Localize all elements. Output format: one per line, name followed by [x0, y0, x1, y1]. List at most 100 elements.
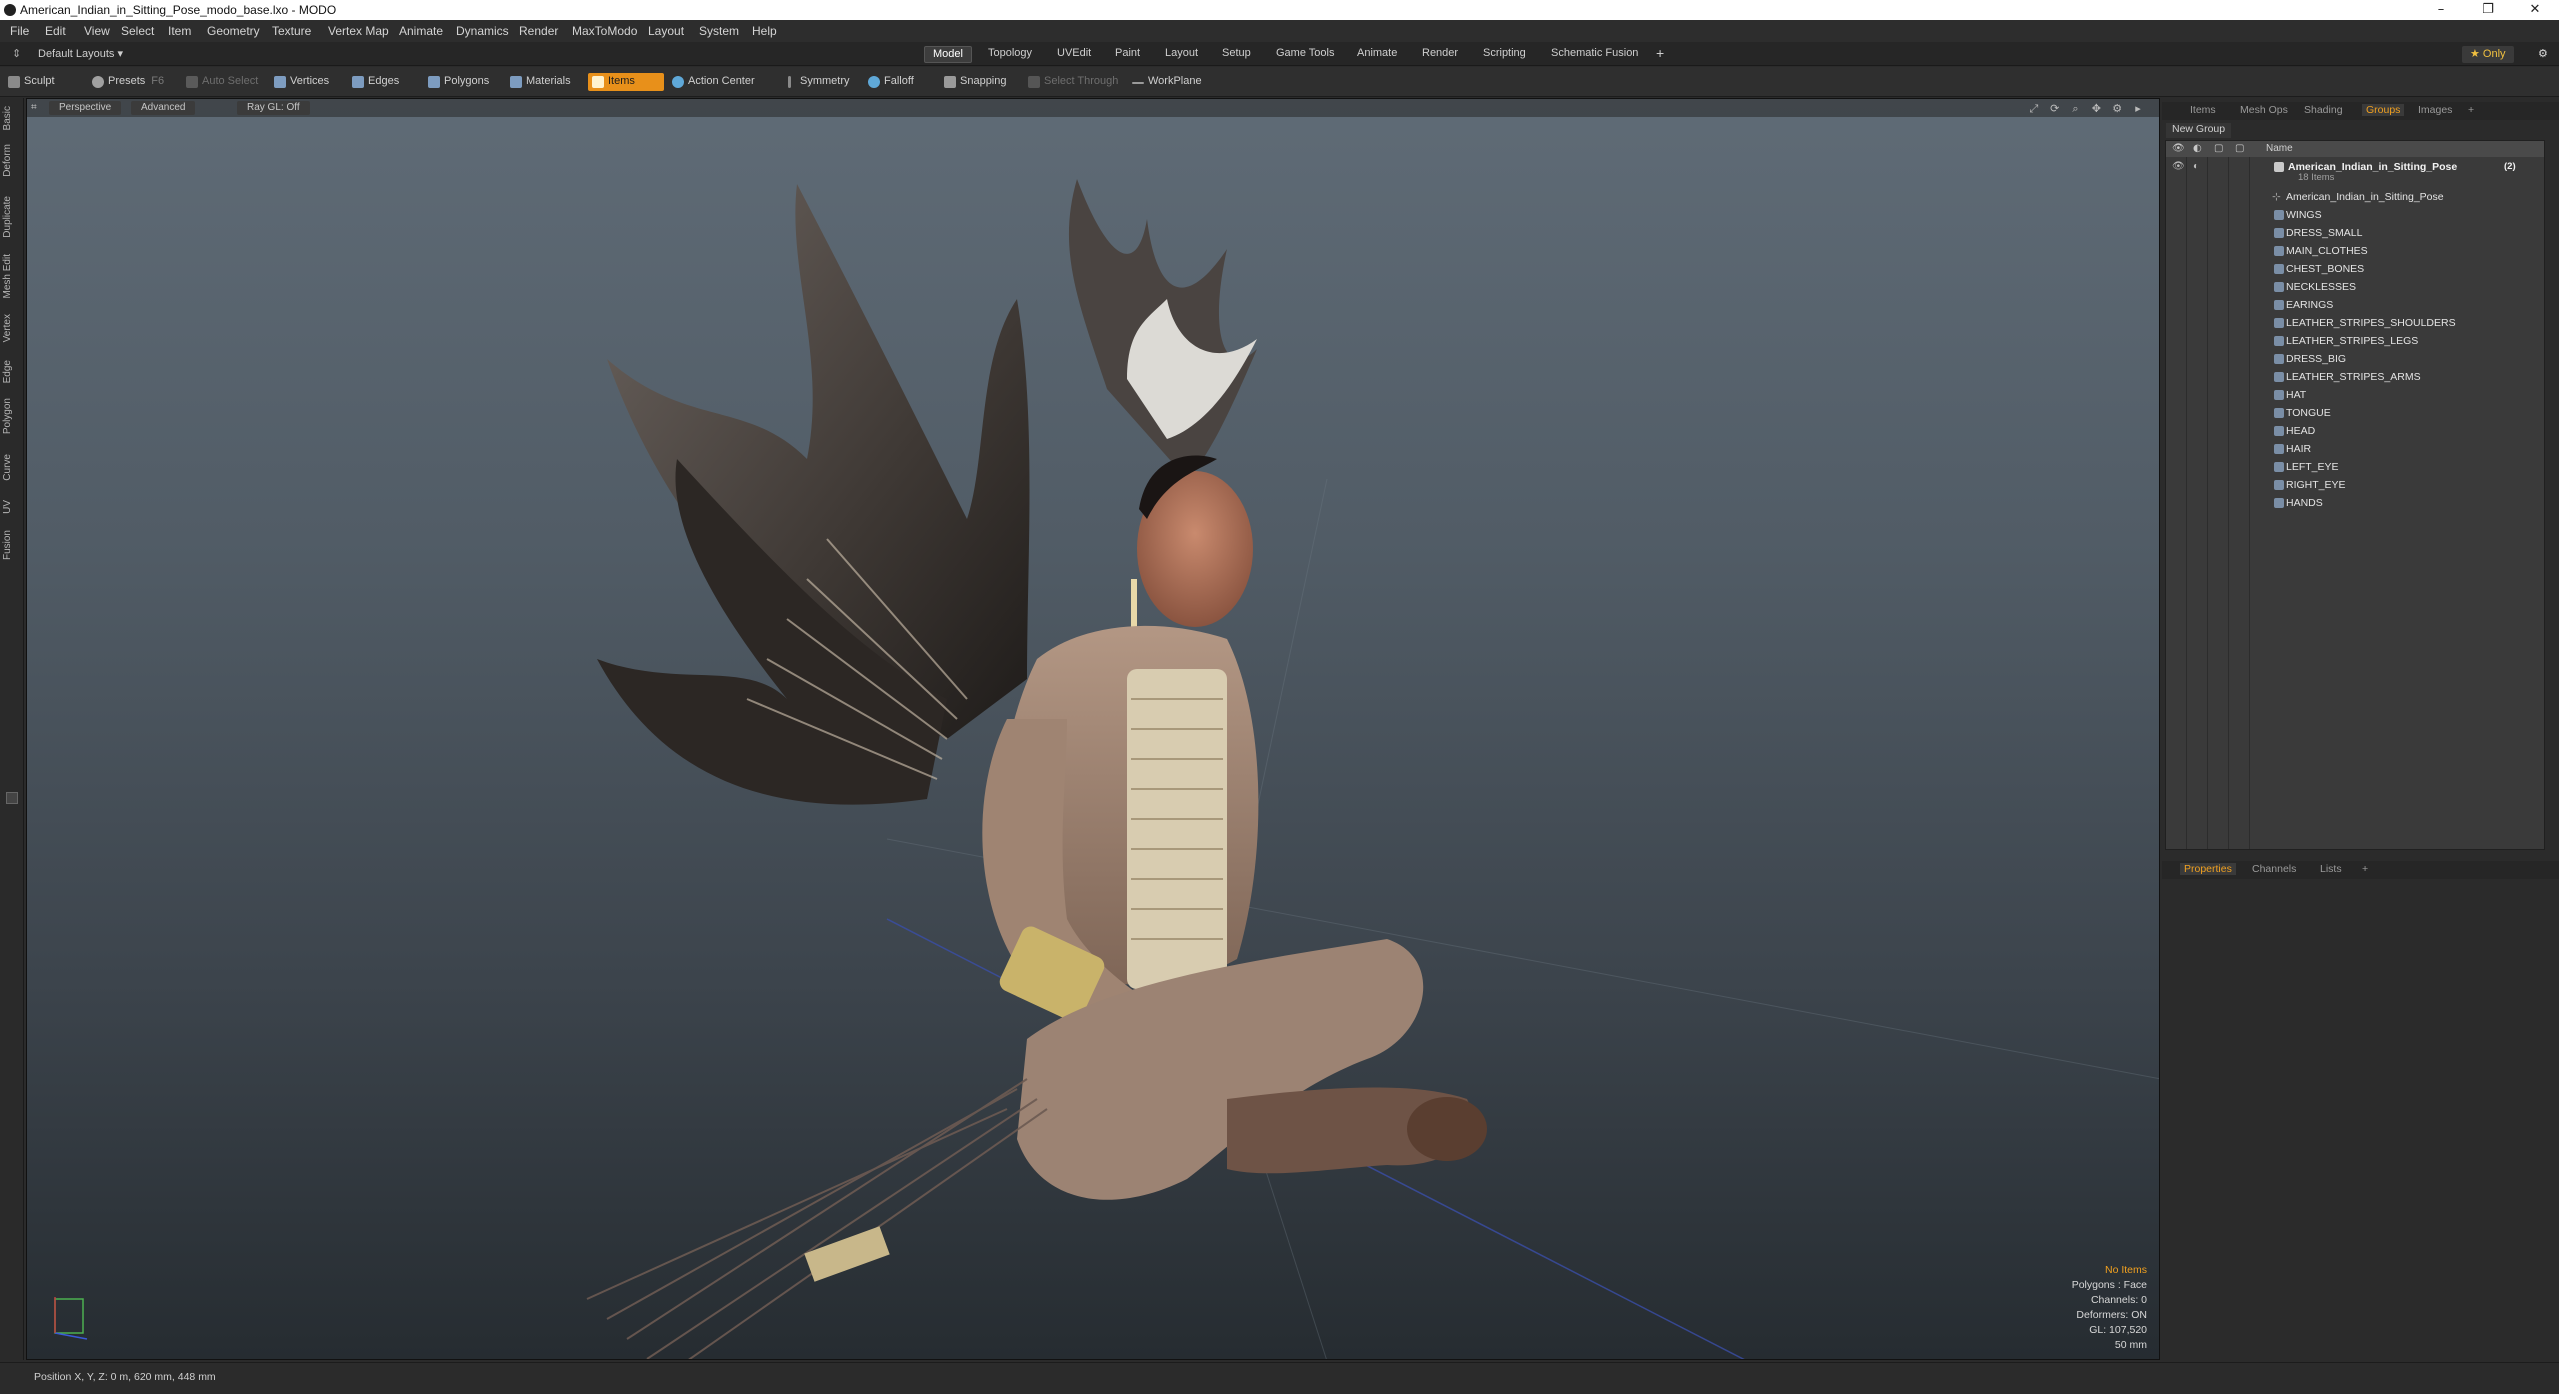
menu-animate[interactable]: Animate	[399, 24, 443, 38]
expand-handle[interactable]	[6, 792, 18, 804]
list-item[interactable]: HANDS	[2166, 494, 2544, 512]
add-layout-tab-button[interactable]: +	[1648, 44, 1672, 61]
items-button[interactable]: Items	[588, 73, 664, 91]
tab-channels[interactable]: Channels	[2252, 863, 2296, 875]
menu-system[interactable]: System	[699, 24, 739, 38]
list-item[interactable]: LEATHER_STRIPES_SHOULDERS	[2166, 314, 2544, 332]
list-item[interactable]: MAIN_CLOTHES	[2166, 242, 2544, 260]
tab-mesh-edit[interactable]: Mesh Edit	[2, 254, 22, 298]
list-item[interactable]: TONGUE	[2166, 404, 2544, 422]
tab-vertex[interactable]: Vertex	[2, 314, 22, 342]
tab-deform[interactable]: Deform	[2, 144, 22, 177]
default-layouts-dropdown[interactable]: Default Layouts ▾	[30, 46, 131, 63]
list-item[interactable]: DRESS_BIG	[2166, 350, 2544, 368]
menu-layout[interactable]: Layout	[648, 24, 684, 38]
list-item[interactable]: HEAD	[2166, 422, 2544, 440]
menu-dynamics[interactable]: Dynamics	[456, 24, 509, 38]
workplane-button[interactable]: WorkPlane	[1128, 73, 1208, 91]
tab-lists[interactable]: Lists	[2320, 863, 2342, 875]
tab-fusion[interactable]: Fusion	[2, 530, 22, 560]
tab-schematic-fusion[interactable]: Schematic Fusion	[1543, 46, 1646, 63]
tab-scripting[interactable]: Scripting	[1475, 46, 1534, 63]
tab-polygon[interactable]: Polygon	[2, 398, 22, 434]
list-item[interactable]: LEATHER_STRIPES_LEGS	[2166, 332, 2544, 350]
materials-button[interactable]: Materials	[506, 73, 577, 91]
list-item[interactable]: EARINGS	[2166, 296, 2544, 314]
vertices-button[interactable]: Vertices	[270, 73, 335, 91]
symmetry-label: Symmetry	[800, 75, 850, 87]
menu-view[interactable]: View	[84, 24, 110, 38]
menu-maxtomodo[interactable]: MaxToModo	[572, 24, 637, 38]
tab-paint[interactable]: Paint	[1107, 46, 1148, 63]
tab-basic[interactable]: Basic	[2, 106, 22, 130]
tab-edge[interactable]: Edge	[2, 360, 22, 383]
select-column-icon[interactable]: ▢	[2235, 143, 2244, 154]
tab-curve[interactable]: Curve	[2, 454, 22, 481]
list-item[interactable]: RIGHT_EYE	[2166, 476, 2544, 494]
visibility-column-icon[interactable]: 👁	[2172, 143, 2185, 154]
list-item[interactable]: HAIR	[2166, 440, 2544, 458]
maximize-button[interactable]: ❐	[2474, 2, 2502, 18]
menu-geometry[interactable]: Geometry	[207, 24, 260, 38]
presets-button[interactable]: Presets F6	[88, 73, 170, 91]
tab-images[interactable]: Images	[2418, 104, 2452, 116]
gl-info: GL: 107,520	[2089, 1324, 2147, 1336]
tab-mesh-ops[interactable]: Mesh Ops	[2240, 104, 2288, 116]
falloff-button[interactable]: Falloff	[864, 73, 920, 91]
add-properties-tab-button[interactable]: +	[2362, 863, 2368, 875]
list-item[interactable]: CHEST_BONES	[2166, 260, 2544, 278]
tab-uvedit[interactable]: UVEdit	[1049, 46, 1099, 63]
tab-model[interactable]: Model	[924, 46, 972, 63]
list-item[interactable]: ⊹ American_Indian_in_Sitting_Pose	[2166, 188, 2544, 206]
layout-menu-icon[interactable]: ⇕	[4, 46, 29, 63]
menu-help[interactable]: Help	[752, 24, 777, 38]
tab-items[interactable]: Items	[2190, 104, 2216, 116]
new-group-button[interactable]: New Group	[2166, 123, 2232, 138]
tab-groups[interactable]: Groups	[2362, 104, 2405, 116]
3d-viewport[interactable]: ⌗ Perspective Advanced Ray GL: Off ⤢ ⟳ ⌕…	[26, 98, 2160, 1360]
list-item[interactable]: DRESS_SMALL	[2166, 224, 2544, 242]
list-item[interactable]: NECKLESSES	[2166, 278, 2544, 296]
snapping-button[interactable]: Snapping	[940, 73, 1013, 91]
render-column-icon[interactable]: ◐	[2193, 143, 2202, 154]
items-label: Items	[608, 75, 635, 87]
minimize-button[interactable]: –	[2427, 2, 2455, 18]
tab-animate[interactable]: Animate	[1349, 46, 1405, 63]
position-readout: Position X, Y, Z: 0 m, 620 mm, 448 mm	[34, 1371, 216, 1383]
tab-duplicate[interactable]: Duplicate	[2, 196, 22, 238]
group-item-count: 18 Items	[2298, 172, 2335, 183]
action-center-button[interactable]: Action Center	[668, 73, 761, 91]
symmetry-button[interactable]: Symmetry	[780, 73, 856, 91]
add-tab-button[interactable]: +	[2468, 104, 2474, 116]
list-item[interactable]: LEFT_EYE	[2166, 458, 2544, 476]
menu-render[interactable]: Render	[519, 24, 558, 38]
polygons-button[interactable]: Polygons	[424, 73, 495, 91]
tab-properties[interactable]: Properties	[2180, 863, 2236, 875]
menu-vertex-map[interactable]: Vertex Map	[328, 24, 389, 38]
edges-button[interactable]: Edges	[348, 73, 405, 91]
menu-select[interactable]: Select	[121, 24, 154, 38]
only-toggle[interactable]: ★ Only	[2462, 46, 2514, 63]
tab-setup[interactable]: Setup	[1214, 46, 1259, 63]
tab-layout[interactable]: Layout	[1157, 46, 1206, 63]
tab-game-tools[interactable]: Game Tools	[1268, 46, 1343, 63]
auto-select-button[interactable]: Auto Select	[182, 73, 264, 91]
list-item[interactable]: WINGS	[2166, 206, 2544, 224]
properties-tabs: Properties Channels Lists +	[2162, 861, 2559, 879]
menu-item[interactable]: Item	[168, 24, 191, 38]
close-button[interactable]: ✕	[2521, 2, 2549, 18]
tab-render[interactable]: Render	[1414, 46, 1466, 63]
presets-icon	[92, 76, 104, 88]
select-through-button[interactable]: Select Through	[1024, 73, 1124, 91]
list-item[interactable]: LEATHER_STRIPES_ARMS	[2166, 368, 2544, 386]
tab-topology[interactable]: Topology	[980, 46, 1040, 63]
menu-edit[interactable]: Edit	[45, 24, 66, 38]
menu-file[interactable]: File	[10, 24, 29, 38]
sculpt-button[interactable]: Sculpt	[4, 73, 61, 91]
menu-texture[interactable]: Texture	[272, 24, 311, 38]
tab-shading[interactable]: Shading	[2304, 104, 2343, 116]
gear-icon[interactable]: ⚙	[2530, 46, 2556, 63]
tab-uv[interactable]: UV	[2, 500, 22, 514]
lock-column-icon[interactable]: ▢	[2214, 143, 2223, 154]
list-item[interactable]: HAT	[2166, 386, 2544, 404]
